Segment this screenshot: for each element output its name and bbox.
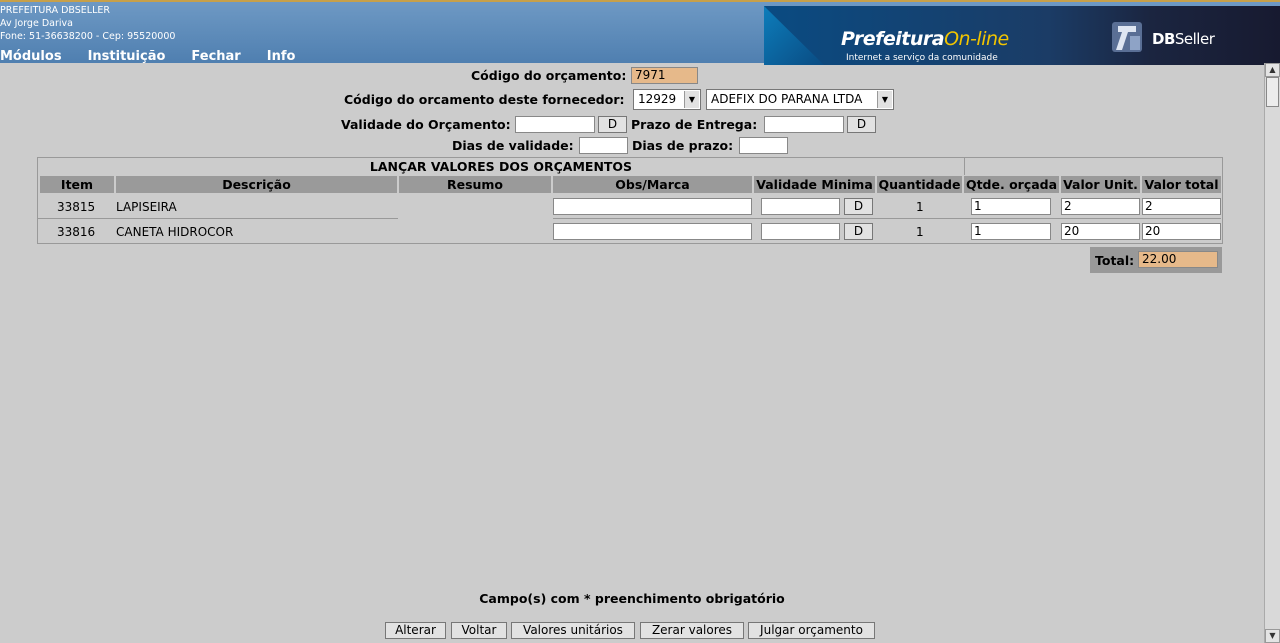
row-divider	[38, 243, 1221, 244]
validade-orcamento-field[interactable]	[515, 116, 595, 133]
prazo-date-button[interactable]: D	[847, 116, 876, 133]
dias-validade-field[interactable]	[579, 137, 628, 154]
col-header-item: Item	[40, 176, 115, 193]
col-header-valor-unit: Valor Unit.	[1061, 176, 1141, 193]
row2-valor-unit-input[interactable]: 20	[1061, 223, 1140, 240]
col-header-quantidade: Quantidade	[877, 176, 963, 193]
banner-tagline: Internet a serviço da comunidade	[846, 53, 998, 63]
col-header-obs-marca: Obs/Marca	[553, 176, 753, 193]
dbseller-logo-icon	[1112, 22, 1142, 52]
row1-obs-input[interactable]	[553, 198, 752, 215]
chevron-down-icon: ▼	[684, 91, 699, 108]
row-divider	[38, 218, 398, 219]
col-header-resumo: Resumo	[399, 176, 552, 193]
row1-validade-input[interactable]	[761, 198, 840, 215]
col-header-valor-total: Valor total	[1142, 176, 1221, 193]
codigo-orcamento-label: Código do orçamento:	[471, 68, 627, 83]
main-menu: Módulos Instituição Fechar Info	[0, 49, 321, 64]
table-title: LANÇAR VALORES DOS ORÇAMENTOS	[38, 158, 965, 175]
dbseller-logo-text: DBSeller	[1152, 30, 1215, 48]
org-phone: Fone: 51-36638200 - Cep: 95520000	[0, 31, 176, 42]
row2-valor-total-input[interactable]: 20	[1142, 223, 1221, 240]
vertical-scrollbar[interactable]: ▲ ▼	[1264, 63, 1280, 643]
menu-instituicao[interactable]: Instituição	[88, 49, 166, 64]
row2-item: 33816	[57, 225, 96, 239]
alterar-button[interactable]: Alterar	[385, 622, 446, 639]
total-label: Total:	[1095, 253, 1135, 268]
fornecedor-name-select[interactable]: ADEFIX DO PARANA LTDA ▼	[706, 89, 894, 110]
fornecedor-code-select[interactable]: 12929 ▼	[633, 89, 701, 110]
julgar-orcamento-button[interactable]: Julgar orçamento	[748, 622, 875, 639]
dias-prazo-field[interactable]	[739, 137, 788, 154]
row2-descricao: CANETA HIDROCOR	[116, 225, 234, 239]
validade-date-button[interactable]: D	[598, 116, 627, 133]
banner-decoration	[764, 6, 824, 65]
row1-quantidade: 1	[916, 200, 924, 214]
row1-descricao: LAPISEIRA	[116, 200, 177, 214]
col-header-descricao: Descrição	[116, 176, 398, 193]
chevron-down-icon: ▼	[877, 91, 892, 108]
prazo-entrega-field[interactable]	[764, 116, 844, 133]
row2-obs-input[interactable]	[553, 223, 752, 240]
codigo-fornecedor-label: Código do orcamento deste fornecedor:	[344, 92, 625, 107]
required-fields-note: Campo(s) com * preenchimento obrigatório	[479, 591, 785, 606]
total-value: 22.00	[1138, 251, 1218, 268]
row2-validade-input[interactable]	[761, 223, 840, 240]
prefeitura-logo: PrefeituraOn-line	[841, 28, 1009, 50]
prazo-entrega-label: Prazo de Entrega:	[631, 117, 758, 132]
voltar-button[interactable]: Voltar	[451, 622, 507, 639]
codigo-orcamento-field: 7971	[631, 67, 698, 84]
app-header: PREFEITURA DBSELLER Av Jorge Dariva Fone…	[0, 0, 1280, 65]
scroll-up-icon[interactable]: ▲	[1265, 63, 1280, 77]
row1-validade-date-button[interactable]: D	[844, 198, 873, 215]
org-name: PREFEITURA DBSELLER	[0, 5, 110, 16]
fornecedor-name-value: ADEFIX DO PARANA LTDA	[711, 92, 863, 106]
col-header-qtde-orcada: Qtde. orçada	[964, 176, 1060, 193]
validade-orcamento-label: Validade do Orçamento:	[341, 117, 511, 132]
scroll-down-icon[interactable]: ▼	[1265, 629, 1280, 643]
row-divider	[553, 218, 1221, 219]
menu-info[interactable]: Info	[267, 49, 296, 64]
row2-qtde-orcada-input[interactable]: 1	[971, 223, 1051, 240]
row2-quantidade: 1	[916, 225, 924, 239]
dias-validade-label: Dias de validade:	[452, 138, 574, 153]
row1-qtde-orcada-input[interactable]: 1	[971, 198, 1051, 215]
dias-prazo-label: Dias de prazo:	[632, 138, 734, 153]
row1-valor-unit-input[interactable]: 2	[1061, 198, 1140, 215]
col-header-validade-minima: Validade Minima	[754, 176, 876, 193]
org-info: PREFEITURA DBSELLER Av Jorge Dariva Fone…	[0, 4, 175, 43]
menu-modulos[interactable]: Módulos	[0, 49, 62, 64]
row1-valor-total-input[interactable]: 2	[1142, 198, 1221, 215]
scroll-thumb[interactable]	[1266, 77, 1279, 107]
org-address: Av Jorge Dariva	[0, 18, 73, 29]
menu-fechar[interactable]: Fechar	[191, 49, 240, 64]
zerar-valores-button[interactable]: Zerar valores	[640, 622, 744, 639]
row2-validade-date-button[interactable]: D	[844, 223, 873, 240]
valores-unitarios-button[interactable]: Valores unitários	[511, 622, 635, 639]
brand-banner: PrefeituraOn-line Internet a serviço da …	[764, 6, 1280, 65]
fornecedor-code-value: 12929	[638, 92, 677, 106]
row1-item: 33815	[57, 200, 96, 214]
